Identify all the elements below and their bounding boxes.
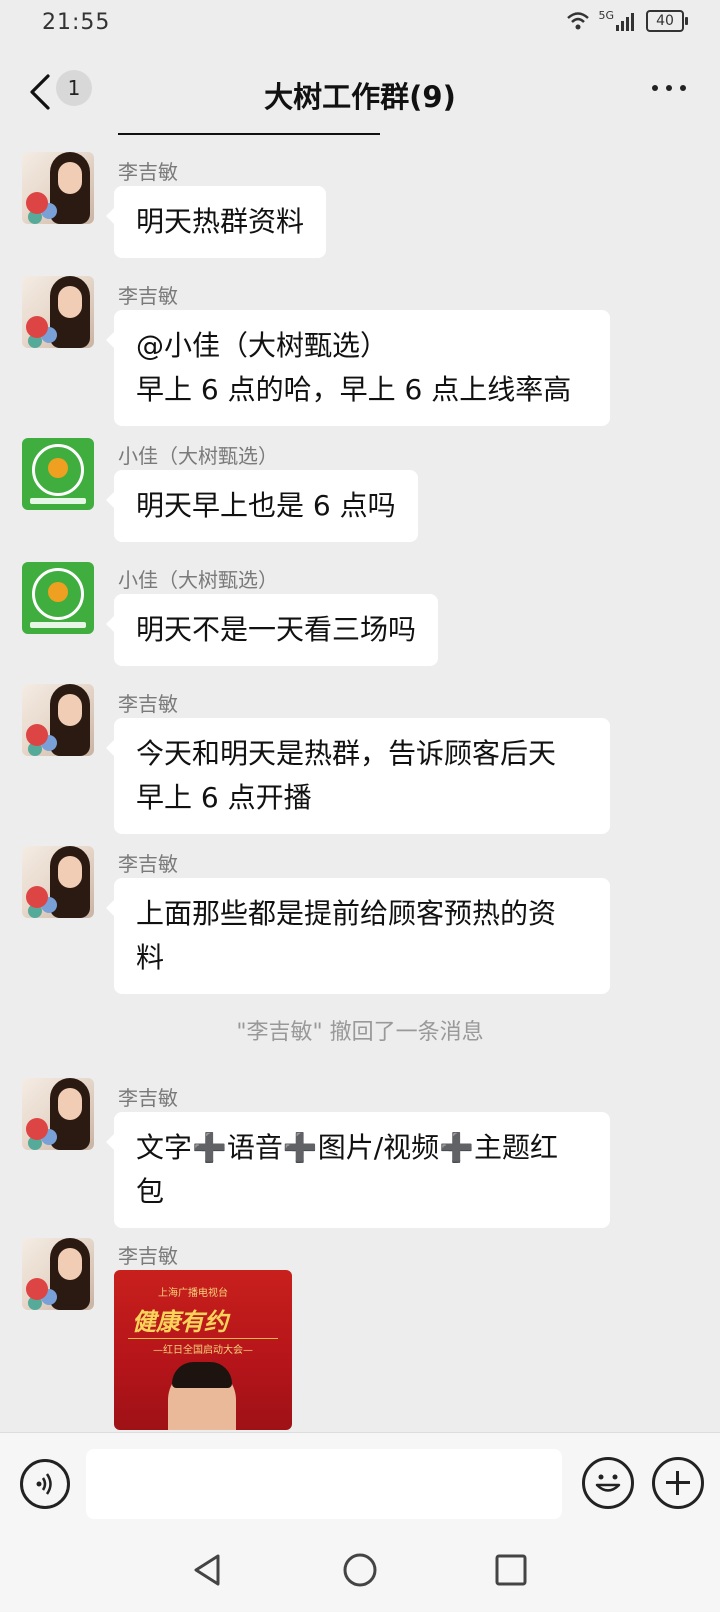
message-text: 今天和明天是热群，告诉顾客后天 (136, 737, 557, 770)
image-headline: 健康有约 (132, 1308, 228, 1336)
message-text: 早上 6 点的哈，早上 6 点上线率高 (136, 373, 572, 406)
image-brand-text: 上海广播电视台 (158, 1288, 228, 1299)
circle-home-icon[interactable] (342, 1552, 378, 1588)
message-bubble[interactable]: 文字➕语音➕图片/视频➕主题红 包 (106, 1112, 610, 1228)
message-bubble[interactable]: 上面那些都是提前给顾客预热的资 料 (106, 878, 610, 994)
chat-title: 大树工作群(9) (264, 80, 456, 114)
sender-name: 李吉敏 (118, 1244, 178, 1268)
header-underline (118, 133, 380, 135)
image-person (168, 1362, 236, 1430)
smile-face-icon (595, 1474, 621, 1492)
avatar[interactable] (22, 276, 94, 348)
avatar[interactable] (22, 1238, 94, 1310)
emoji-icon[interactable] (582, 1457, 634, 1509)
sender-name: 李吉敏 (118, 852, 178, 876)
square-recent-icon[interactable] (494, 1553, 528, 1587)
plus-icon[interactable] (652, 1457, 704, 1509)
chat-messages[interactable]: 李吉敏 明天热群资料 李吉敏 @小佳（大树甄选） 早上 6 点的哈，早上 6 点… (0, 136, 720, 1432)
avatar[interactable] (22, 846, 94, 918)
chat-header: 1 大树工作群(9) (0, 48, 720, 136)
wifi-icon (567, 12, 590, 30)
message-input[interactable] (86, 1449, 562, 1519)
message-text: 文字➕语音➕图片/视频➕主题红 (136, 1131, 559, 1164)
avatar[interactable] (22, 684, 94, 756)
avatar[interactable] (22, 438, 94, 510)
image-subline: —红日全国启动大会— (128, 1338, 278, 1356)
input-bar (0, 1432, 720, 1533)
signal-icon (616, 13, 634, 31)
system-nav-bar (0, 1532, 720, 1612)
sender-name: 李吉敏 (118, 1086, 178, 1110)
message-text: 明天不是一天看三场吗 (136, 613, 417, 646)
sender-name: 李吉敏 (118, 160, 178, 184)
status-bar: 21:55 5G 40 (0, 0, 720, 48)
battery-icon: 40 (646, 10, 688, 32)
message-bubble[interactable]: @小佳（大树甄选） 早上 6 点的哈，早上 6 点上线率高 (106, 310, 610, 426)
message-text: @小佳（大树甄选） (136, 329, 389, 362)
network-label: 5G (598, 8, 614, 22)
sender-name: 小佳（大树甄选） (118, 568, 278, 592)
image-message[interactable]: 上海广播电视台 健康有约 —红日全国启动大会— (114, 1270, 292, 1430)
triangle-back-icon[interactable] (190, 1552, 224, 1588)
recall-notice: "李吉敏" 撤回了一条消息 (236, 1020, 484, 1045)
message-text: 明天热群资料 (136, 205, 305, 238)
sender-name: 小佳（大树甄选） (118, 444, 278, 468)
avatar[interactable] (22, 1078, 94, 1150)
message-text: 包 (136, 1175, 165, 1208)
avatar[interactable] (22, 562, 94, 634)
message-text: 料 (136, 941, 165, 974)
message-text: 明天早上也是 6 点吗 (136, 489, 396, 522)
message-bubble[interactable]: 明天热群资料 (105, 186, 327, 258)
message-text: 早上 6 点开播 (136, 781, 312, 814)
message-bubble[interactable]: 明天早上也是 6 点吗 (106, 470, 418, 542)
sender-name: 李吉敏 (118, 692, 178, 716)
battery-level: 40 (656, 13, 674, 29)
voice-icon[interactable] (20, 1459, 70, 1509)
message-bubble[interactable]: 今天和明天是热群，告诉顾客后天 早上 6 点开播 (106, 718, 610, 834)
status-icons: 5G 40 (566, 8, 688, 32)
message-text: 上面那些都是提前给顾客预热的资 (136, 897, 557, 930)
sender-name: 李吉敏 (118, 284, 178, 308)
status-time: 21:55 (42, 10, 111, 35)
message-bubble[interactable]: 明天不是一天看三场吗 (105, 594, 439, 666)
voice-waves-icon (36, 1473, 52, 1495)
more-icon[interactable] (652, 78, 692, 98)
avatar[interactable] (22, 152, 94, 224)
